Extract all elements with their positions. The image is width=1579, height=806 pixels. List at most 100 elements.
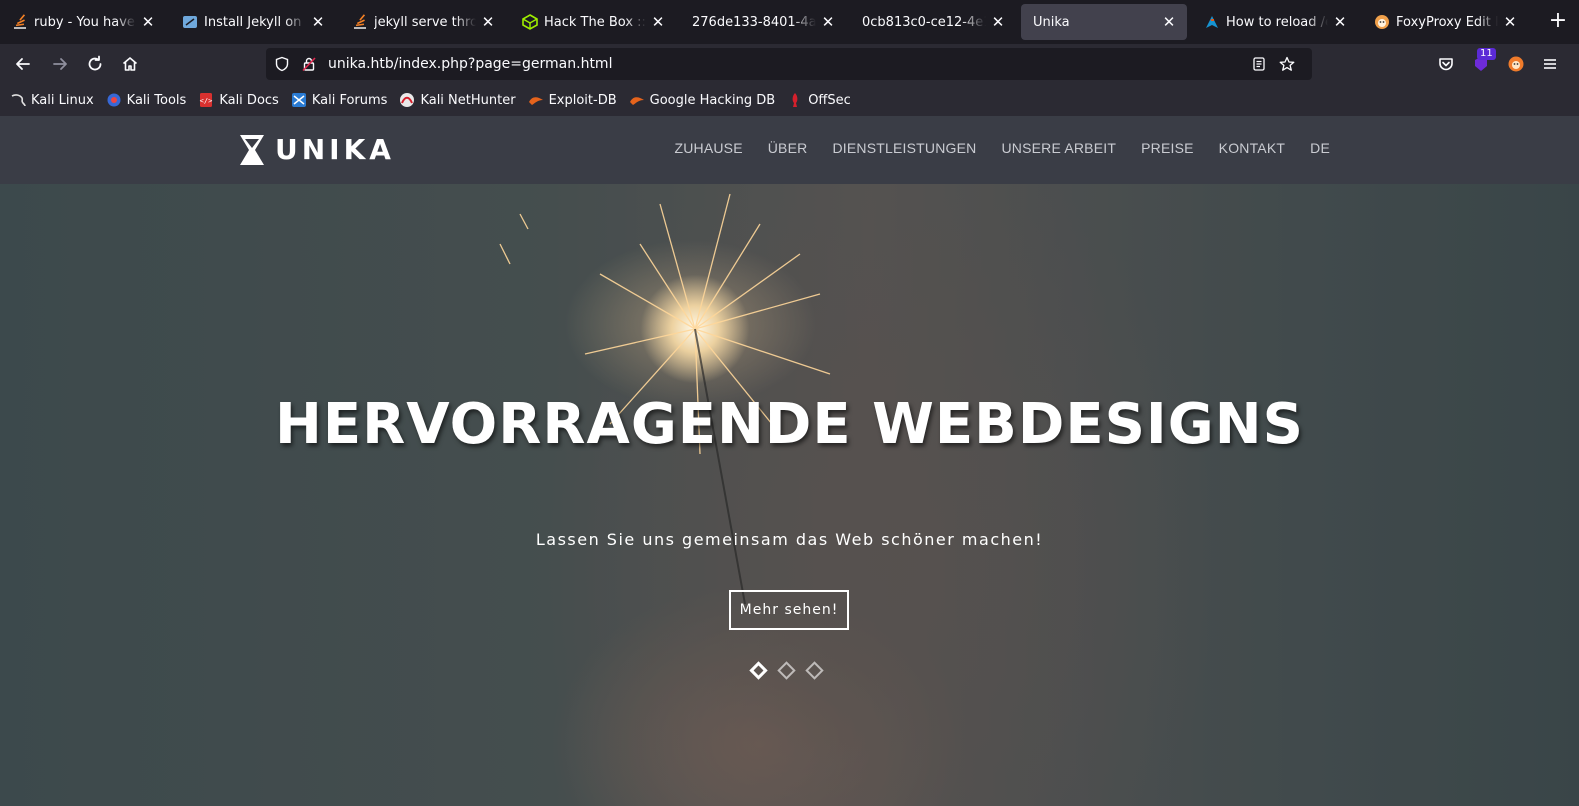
bookmark-label: Kali Tools [126, 92, 187, 108]
tab-strip: ruby - You have already ✕ Install Jekyll… [0, 0, 1579, 44]
main-menu: ZUHAUSE ÜBER DIENSTLEISTUNGEN UNSERE ARB… [649, 140, 1330, 156]
bookmark-google-hacking-db[interactable]: Google Hacking DB [629, 92, 776, 108]
reader-view-icon[interactable] [1251, 56, 1267, 72]
back-arrow-icon [16, 58, 30, 70]
tab-hackthebox[interactable]: Hack The Box :: Starting ✕ [510, 4, 676, 40]
slide-indicator-3[interactable] [805, 661, 824, 680]
bookmarks-toolbar: Kali Linux Kali Tools </> Kali Docs Kali… [0, 84, 1579, 116]
tab-uuid-1[interactable]: 276de133-8401-4a33- ✕ [680, 4, 846, 40]
menu-item-portfolio[interactable]: UNSERE ARBEIT [1001, 140, 1116, 156]
stackoverflow-icon [352, 14, 368, 30]
kali-docs-icon: </> [198, 92, 214, 108]
extension-badge: 11 [1477, 48, 1496, 60]
menu-item-about[interactable]: ÜBER [768, 140, 808, 156]
slide-indicator-1[interactable] [749, 661, 768, 680]
close-icon[interactable]: ✕ [310, 14, 326, 30]
url-bar[interactable]: unika.htb/index.php?page=german.html [266, 48, 1312, 80]
close-icon[interactable]: ✕ [480, 14, 496, 30]
tab-label: Hack The Box :: Starting [544, 14, 646, 30]
back-button[interactable] [9, 50, 37, 78]
stackoverflow-icon [12, 14, 28, 30]
kali-forums-icon [291, 92, 307, 108]
bookmark-label: Exploit-DB [548, 92, 617, 108]
tab-label: ruby - You have already [34, 14, 136, 30]
shield-icon[interactable] [274, 56, 290, 72]
sparkler-sparks [499, 193, 831, 605]
see-more-button[interactable]: Mehr sehen! [729, 590, 849, 630]
site-header: UNIKA ZUHAUSE ÜBER DIENSTLEISTUNGEN UNSE… [0, 116, 1579, 184]
offsec-icon [787, 92, 803, 108]
page-icon [182, 14, 198, 30]
insecure-lock-icon[interactable] [301, 56, 317, 72]
tab-ruby[interactable]: ruby - You have already ✕ [0, 4, 166, 40]
tab-label: 0cb813c0-ce12-4e15-a [862, 14, 986, 30]
bookmark-exploit-db[interactable]: Exploit-DB [528, 92, 617, 108]
bookmark-label: Kali Docs [219, 92, 279, 108]
site-logo[interactable]: UNIKA [239, 133, 395, 166]
slider-indicators [749, 661, 836, 680]
tab-reload-etc[interactable]: How to reload /etc ✕ [1192, 4, 1358, 40]
hourglass-logo-icon [240, 134, 264, 165]
foxyproxy-icon [1374, 14, 1390, 30]
foxyproxy-button[interactable] [1502, 50, 1530, 78]
bookmark-label: OffSec [808, 92, 851, 108]
bookmark-kali-linux[interactable]: Kali Linux [10, 92, 94, 108]
reload-button[interactable] [81, 50, 109, 78]
close-icon[interactable]: ✕ [1502, 14, 1518, 30]
bookmark-star-icon[interactable] [1279, 56, 1295, 72]
menu-item-pricing[interactable]: PREISE [1141, 140, 1194, 156]
exploitdb-icon [528, 92, 544, 108]
extension-button[interactable]: 11 [1467, 48, 1496, 78]
language-selector[interactable]: DE [1310, 140, 1330, 156]
tab-install-jekyll[interactable]: Install Jekyll on Mac ✕ [170, 4, 336, 40]
new-tab-button[interactable]: + [1544, 8, 1572, 36]
bookmark-label: Google Hacking DB [649, 92, 776, 108]
forward-arrow-icon [53, 58, 67, 70]
hackthebox-icon [522, 14, 538, 30]
bookmark-kali-tools[interactable]: Kali Tools [106, 92, 187, 108]
tab-foxyproxy[interactable]: FoxyProxy Edit Proxy ✕ [1362, 4, 1528, 40]
close-icon[interactable]: ✕ [650, 14, 666, 30]
kali-dragon-icon [10, 92, 26, 108]
bookmark-label: Kali Linux [31, 92, 94, 108]
menu-item-home[interactable]: ZUHAUSE [674, 140, 742, 156]
url-text[interactable]: unika.htb/index.php?page=german.html [328, 56, 612, 72]
tab-unika[interactable]: Unika ✕ [1021, 4, 1187, 40]
pocket-button[interactable] [1432, 50, 1460, 78]
close-icon[interactable]: ✕ [140, 14, 156, 30]
slide-indicator-2[interactable] [777, 661, 796, 680]
bookmark-label: Kali NetHunter [420, 92, 516, 108]
tab-label: Unika [1033, 14, 1070, 30]
nethunter-icon [399, 92, 415, 108]
foxyproxy-icon [1508, 56, 1524, 72]
menu-item-services[interactable]: DIENSTLEISTUNGEN [832, 140, 976, 156]
arch-icon [1204, 14, 1220, 30]
forward-button[interactable] [46, 50, 74, 78]
tab-label: 276de133-8401-4a33- [692, 14, 816, 30]
reload-icon [88, 55, 102, 71]
menu-item-contact[interactable]: KONTAKT [1219, 140, 1285, 156]
svg-text:</>: </> [200, 97, 213, 105]
logo-text: UNIKA [275, 133, 395, 166]
tab-label: Install Jekyll on Mac [204, 14, 306, 30]
home-icon [122, 57, 138, 71]
bookmark-kali-nethunter[interactable]: Kali NetHunter [399, 92, 516, 108]
home-button[interactable] [116, 50, 144, 78]
hero-subtitle: Lassen Sie uns gemeinsam das Web schöner… [535, 530, 1044, 549]
pocket-icon [1439, 58, 1453, 71]
bookmark-kali-docs[interactable]: </> Kali Docs [198, 92, 279, 108]
bookmark-offsec[interactable]: OffSec [787, 92, 851, 108]
hero-title: HERVORRAGENDE WEBDESIGNS [275, 392, 1304, 457]
app-menu-button[interactable] [1536, 50, 1564, 78]
close-icon[interactable]: ✕ [1161, 14, 1177, 30]
kali-tools-icon [106, 92, 122, 108]
hamburger-menu-icon [1544, 59, 1556, 69]
bookmark-kali-forums[interactable]: Kali Forums [291, 92, 387, 108]
close-icon[interactable]: ✕ [990, 14, 1006, 30]
tab-jekyll-serve[interactable]: jekyll serve throws ✕ [340, 4, 506, 40]
tab-label: FoxyProxy Edit Proxy [1396, 14, 1498, 30]
tab-uuid-2[interactable]: 0cb813c0-ce12-4e15-a ✕ [850, 4, 1016, 40]
close-icon[interactable]: ✕ [1332, 14, 1348, 30]
close-icon[interactable]: ✕ [820, 14, 836, 30]
tab-label: jekyll serve throws [374, 14, 476, 30]
